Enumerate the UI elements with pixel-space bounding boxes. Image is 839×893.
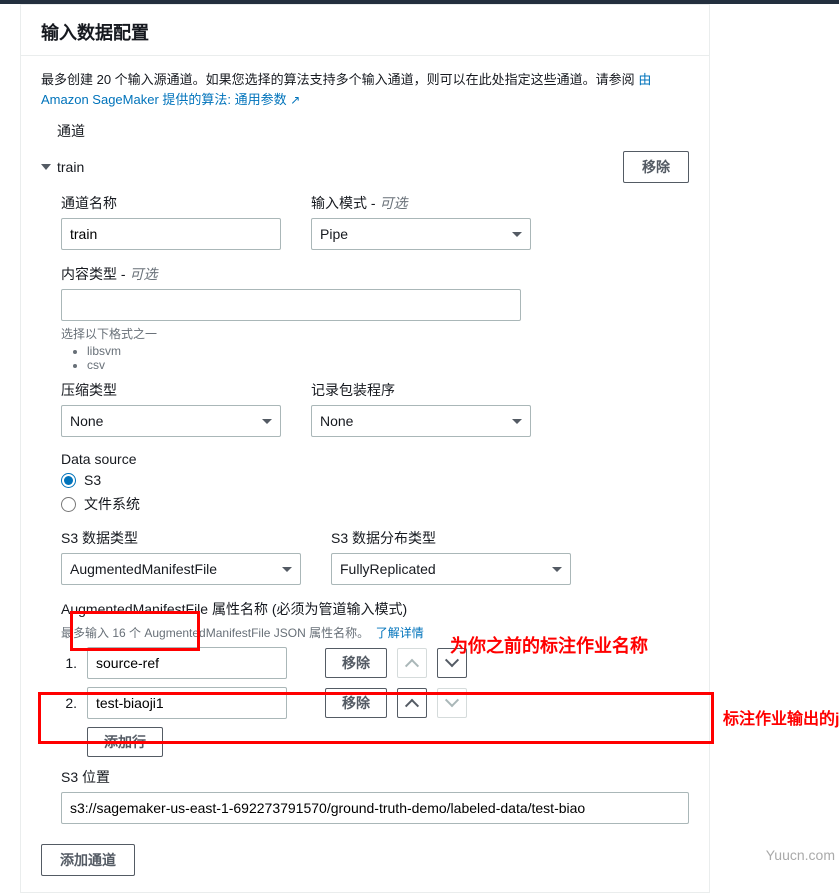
attr-name-input-1[interactable]: [87, 647, 287, 679]
add-attr-row-button[interactable]: 添加行: [87, 727, 163, 757]
attr-names-learn-more-link[interactable]: 了解详情: [376, 626, 424, 640]
compress-value: None: [70, 413, 103, 429]
chevron-down-icon: [552, 567, 562, 572]
input-data-config-panel: 输入数据配置 最多创建 20 个输入源通道。如果您选择的算法支持多个输入通道，则…: [20, 4, 710, 893]
remove-channel-button[interactable]: 移除: [623, 151, 689, 183]
channel-name: train: [57, 159, 84, 175]
data-source-s3-radio[interactable]: [61, 473, 76, 488]
chevron-down-icon: [512, 419, 522, 424]
s3-data-type-select[interactable]: AugmentedManifestFile: [61, 553, 301, 585]
chevron-down-icon: [512, 232, 522, 237]
watermark: Yuucn.com: [766, 847, 835, 863]
move-up-button-1: [397, 648, 427, 678]
content-type-options: libsvm csv: [61, 344, 689, 372]
data-source-s3-option[interactable]: S3: [61, 472, 689, 488]
move-down-button-1[interactable]: [437, 648, 467, 678]
chevron-down-icon: [262, 419, 272, 424]
attr-row: 1. 移除: [61, 647, 689, 679]
attr-remove-button-1[interactable]: 移除: [325, 648, 387, 678]
external-link-icon: ↗: [290, 93, 300, 107]
attr-row-idx: 1.: [61, 655, 77, 671]
s3-dist-type-value: FullyReplicated: [340, 561, 436, 577]
input-mode-value: Pipe: [320, 226, 348, 242]
move-up-button-2[interactable]: [397, 688, 427, 718]
content-type-label: 内容类型 - 可选: [61, 264, 689, 284]
data-source-fs-label: 文件系统: [84, 494, 140, 514]
attr-row-idx: 2.: [61, 695, 77, 711]
data-source-fs-radio[interactable]: [61, 497, 76, 512]
caret-down-icon: [41, 164, 51, 170]
compress-select[interactable]: None: [61, 405, 281, 437]
wrap-label: 记录包装程序: [311, 380, 531, 400]
attr-row: 2. 移除: [61, 687, 689, 719]
intro-prefix: 最多创建 20 个输入源通道。如果您选择的算法支持多个输入通道，则可以在此处指定…: [41, 72, 635, 87]
chevron-down-icon: [282, 567, 292, 572]
annotation-text-s3: 标注作业输出的json文件: [723, 705, 839, 729]
attr-names-hint: 最多输入 16 个 AugmentedManifestFile JSON 属性名…: [61, 624, 689, 641]
channel-header: train 移除: [41, 143, 689, 193]
data-source-s3-label: S3: [84, 472, 101, 488]
attr-names-label: AugmentedManifestFile 属性名称 (必须为管道输入模式): [61, 599, 689, 619]
chevron-up-icon: [407, 658, 417, 668]
data-source-label: Data source: [61, 451, 689, 467]
intro-text: 最多创建 20 个输入源通道。如果您选择的算法支持多个输入通道，则可以在此处指定…: [41, 70, 689, 109]
data-source-fs-option[interactable]: 文件系统: [61, 494, 689, 514]
chevron-down-icon: [447, 658, 457, 668]
s3-location-label: S3 位置: [61, 767, 689, 787]
attr-name-input-2[interactable]: [87, 687, 287, 719]
s3-data-type-label: S3 数据类型: [61, 528, 301, 548]
panel-title: 输入数据配置: [21, 5, 709, 56]
s3-dist-type-select[interactable]: FullyReplicated: [331, 553, 571, 585]
chevron-down-icon: [447, 698, 457, 708]
compress-label: 压缩类型: [61, 380, 281, 400]
content-type-opt-csv: csv: [87, 358, 689, 372]
s3-data-type-value: AugmentedManifestFile: [70, 561, 217, 577]
s3-location-input[interactable]: [61, 792, 689, 824]
chevron-up-icon: [407, 698, 417, 708]
input-mode-select[interactable]: Pipe: [311, 218, 531, 250]
channels-label: 通道: [41, 115, 689, 143]
channel-toggle[interactable]: train: [41, 159, 84, 175]
content-type-input[interactable]: [61, 289, 521, 321]
content-type-opt-libsvm: libsvm: [87, 344, 689, 358]
wrap-value: None: [320, 413, 353, 429]
wrap-select[interactable]: None: [311, 405, 531, 437]
input-mode-label: 输入模式 - 可选: [311, 193, 531, 213]
s3-dist-type-label: S3 数据分布类型: [331, 528, 571, 548]
add-channel-button[interactable]: 添加通道: [41, 844, 135, 876]
channel-name-label: 通道名称: [61, 193, 281, 213]
attr-remove-button-2[interactable]: 移除: [325, 688, 387, 718]
content-type-hint: 选择以下格式之一: [61, 325, 689, 342]
channel-name-input[interactable]: [61, 218, 281, 250]
move-down-button-2: [437, 688, 467, 718]
